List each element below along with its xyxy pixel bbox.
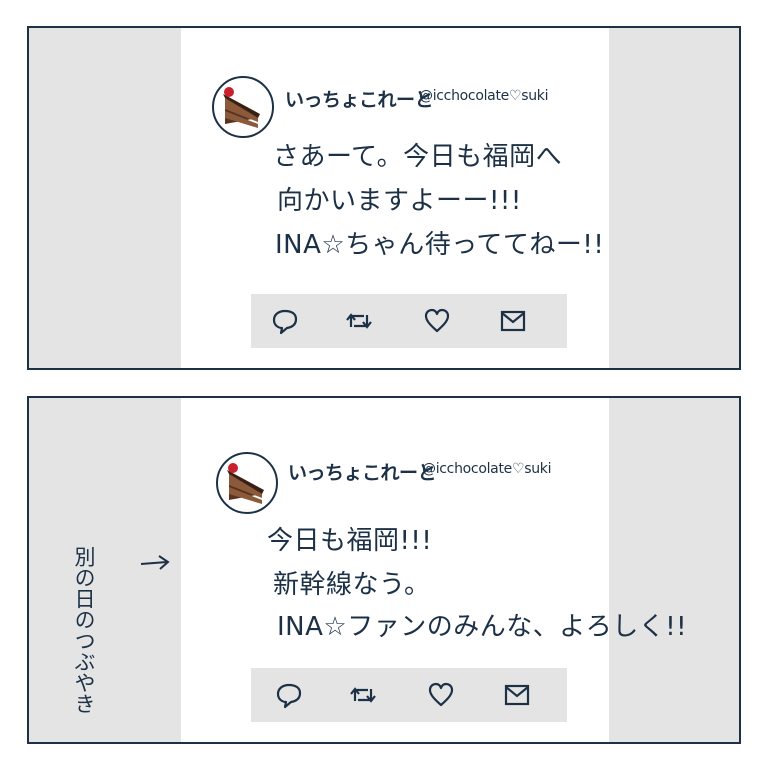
cake-icon <box>227 463 264 504</box>
heart-icon[interactable] <box>427 681 455 709</box>
user-handle[interactable]: @icchocolate♡suki <box>419 88 548 104</box>
tweet-text-line: 今日も福岡!!! <box>267 526 433 556</box>
reply-icon[interactable] <box>271 307 299 335</box>
avatar[interactable] <box>212 76 274 138</box>
side-note: 別の日のつぶやき <box>72 546 96 714</box>
panel-first-tweet: いっちょこれーと @icchocolate♡suki さあーて。今日も福岡へ 向… <box>27 26 741 370</box>
display-name[interactable]: いっちょこれーと <box>288 458 437 485</box>
tweet-text-line: INA☆ちゃん待っててねー!! <box>275 230 605 260</box>
tweet-text-line: さあーて。今日も福岡へ <box>273 142 563 172</box>
tweet-text-line: 向かいますよーー!!! <box>277 186 522 216</box>
tweet-card: いっちょこれーと @icchocolate♡suki 今日も福岡!!! 新幹線な… <box>181 398 687 742</box>
avatar[interactable] <box>216 452 278 514</box>
heart-icon[interactable] <box>423 307 451 335</box>
mail-icon[interactable] <box>503 681 531 709</box>
tweet-card: いっちょこれーと @icchocolate♡suki さあーて。今日も福岡へ 向… <box>181 28 609 368</box>
mail-icon[interactable] <box>499 307 527 335</box>
panel-second-tweet: 別の日のつぶやき いっちょこれーと @icchocolate♡suki 今日も福… <box>27 396 741 744</box>
tweet-action-bar <box>251 668 567 722</box>
retweet-icon[interactable] <box>345 307 373 335</box>
user-handle[interactable]: @icchocolate♡suki <box>422 461 551 477</box>
retweet-icon[interactable] <box>349 681 377 709</box>
cake-icon <box>223 87 260 128</box>
arrow-right-icon <box>140 555 170 570</box>
display-name[interactable]: いっちょこれーと <box>285 85 434 112</box>
tweet-action-bar <box>251 294 567 348</box>
reply-icon[interactable] <box>275 681 303 709</box>
tweet-text-line: INA☆ファンのみんな、よろしく!! <box>277 612 688 642</box>
tweet-text-line: 新幹線なう。 <box>273 570 431 600</box>
